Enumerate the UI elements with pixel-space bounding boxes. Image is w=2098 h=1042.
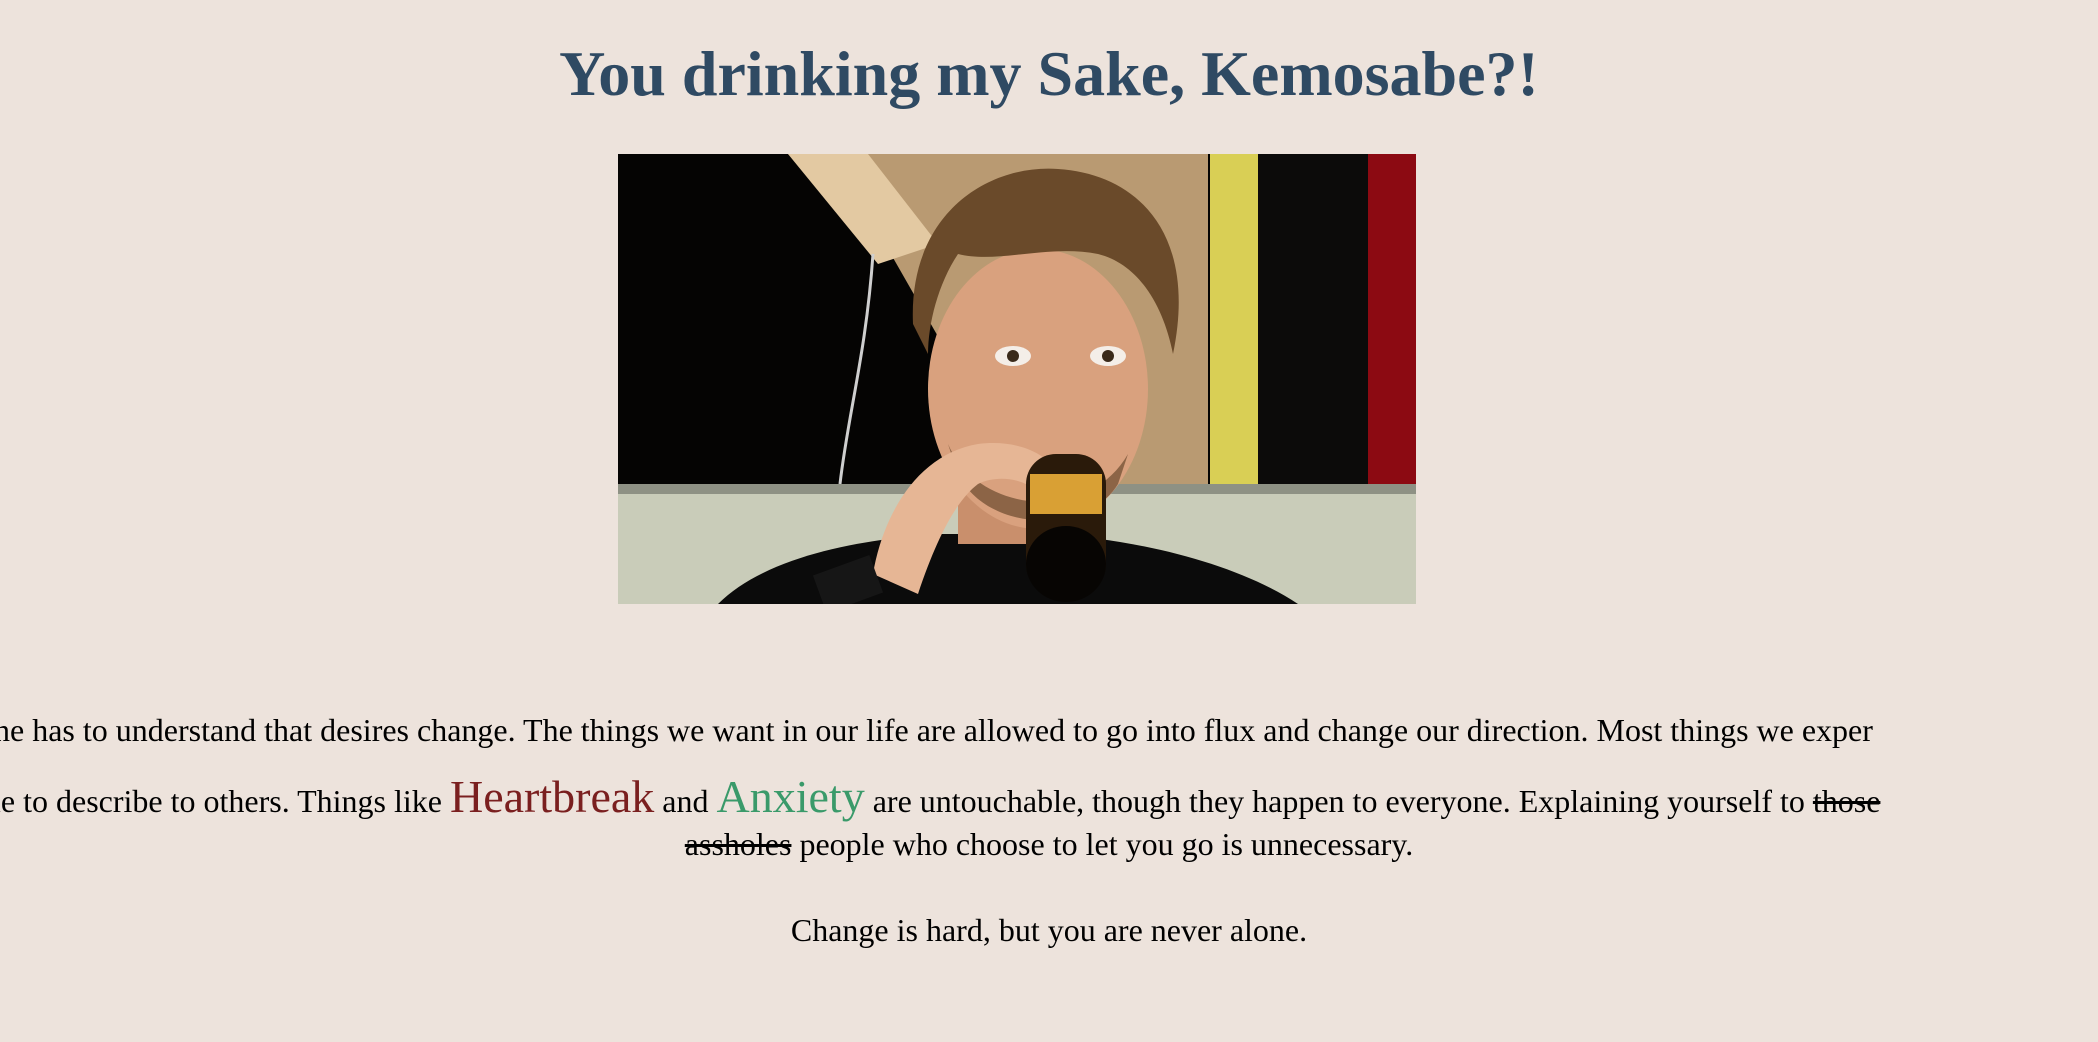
page-title: You drinking my Sake, Kemosabe?! <box>559 38 1539 109</box>
paragraph-text: are untouchable, though they happen to e… <box>864 783 1813 819</box>
struck-text: those <box>1812 783 1881 819</box>
paragraph-line-2: le to describe to others. Things like He… <box>0 770 1880 823</box>
paragraph-text: le to describe to others. Things like <box>0 783 450 819</box>
paragraph-text: and <box>654 783 717 819</box>
heartbreak-word: Heartbreak <box>449 771 655 822</box>
hero-image <box>618 154 1416 604</box>
closing-line: Change is hard, but you are never alone. <box>790 912 1308 948</box>
paragraph-line-1: ne has to understand that desires change… <box>0 712 1873 748</box>
anxiety-word: Anxiety <box>716 771 865 822</box>
struck-text: assholes <box>684 826 792 862</box>
paragraph-text: people who choose to let you go is unnec… <box>791 826 1414 862</box>
photo-illustration <box>618 154 1416 604</box>
page: You drinking my Sake, Kemosabe?! ne has … <box>0 0 2098 1042</box>
paragraph-line-3: assholes people who choose to let you go… <box>0 826 2098 863</box>
